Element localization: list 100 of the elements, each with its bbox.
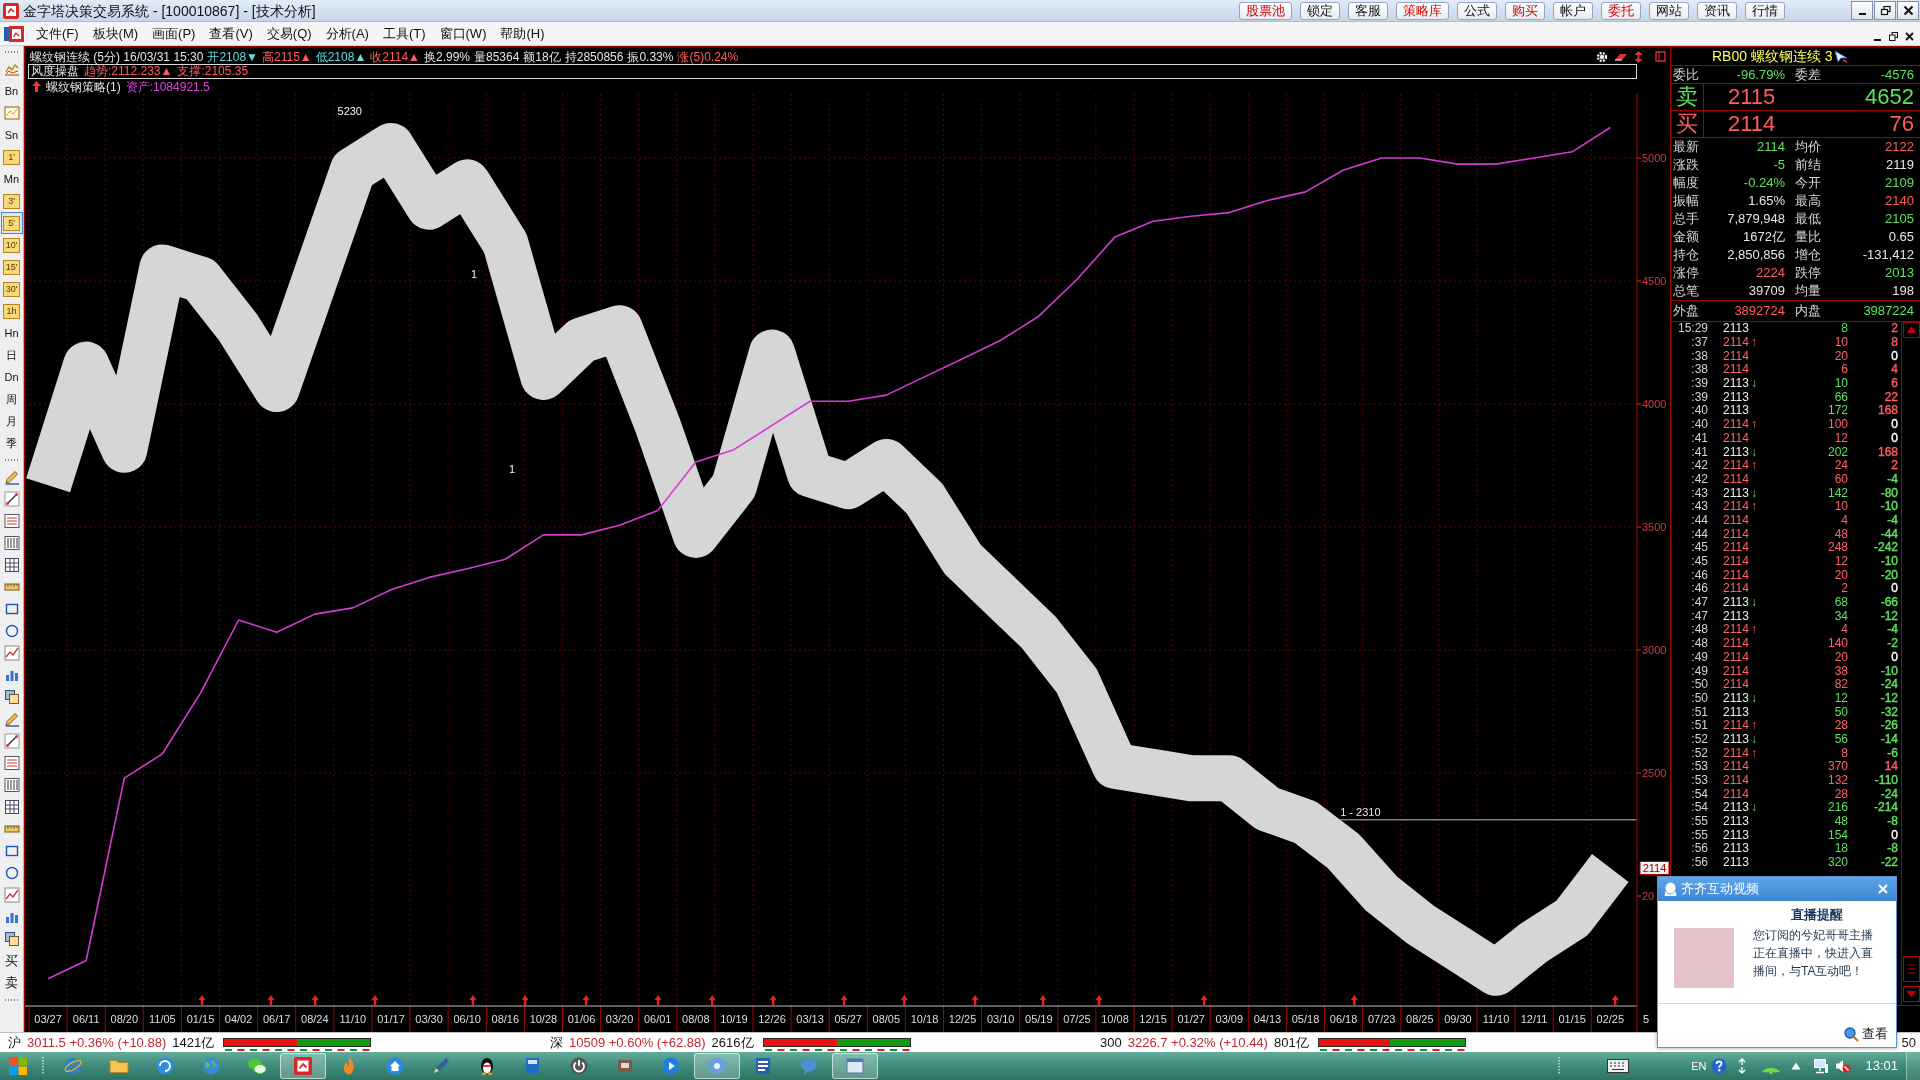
period-button[interactable]: 季 <box>0 432 23 454</box>
indicator-field: 风度操盘 <box>31 65 79 78</box>
trade-button[interactable]: 卖 <box>0 972 23 994</box>
stat-label: 前结 <box>1795 157 1822 173</box>
speaker-muted-icon[interactable] <box>1835 1058 1852 1074</box>
grid-icon[interactable] <box>3 799 20 815</box>
circle-tool-icon[interactable] <box>3 623 20 639</box>
close-icon[interactable] <box>1902 5 1914 16</box>
pencil-ruler-icon[interactable] <box>3 711 20 727</box>
list-icon[interactable] <box>3 755 20 771</box>
columns-icon[interactable] <box>3 535 20 551</box>
rectangle-tool-icon[interactable] <box>3 843 20 859</box>
toolbar-button[interactable]: 行情 <box>1745 1 1785 20</box>
window-icon[interactable] <box>1655 51 1666 62</box>
tick-arrow: ↑ <box>1751 719 1758 733</box>
list-icon[interactable] <box>3 513 20 529</box>
tick-price: 2114 <box>1723 719 1750 733</box>
minimize-button[interactable] <box>1851 1 1873 20</box>
layers-icon[interactable] <box>3 931 20 947</box>
period-button[interactable]: 周 <box>0 388 23 410</box>
toolbar-button[interactable]: 委托 <box>1601 1 1641 20</box>
period-button[interactable]: Sn <box>0 124 23 146</box>
menu-item[interactable]: 文件(F) <box>29 24 86 43</box>
caret-up-icon[interactable] <box>1791 1062 1802 1070</box>
symbol-title: RB00 螺纹钢连续 3 <box>1712 48 1833 64</box>
restore-icon[interactable] <box>1879 5 1891 16</box>
tick-price: 2114 <box>1723 527 1750 541</box>
close-icon[interactable] <box>1905 32 1914 41</box>
tick-price: 2114 <box>1723 336 1750 350</box>
restore-icon[interactable] <box>1889 32 1898 41</box>
tick-price: 2114 <box>1723 623 1750 637</box>
up-down-arrow-icon[interactable] <box>1634 50 1643 63</box>
period-button[interactable]: 5' <box>0 212 23 234</box>
tick-time: :44 <box>1690 513 1708 527</box>
tick-time: :40 <box>1690 418 1708 432</box>
tick-price: 2113 <box>1723 691 1750 705</box>
columns-icon[interactable] <box>3 777 20 793</box>
trade-button[interactable]: 买 <box>0 950 23 972</box>
arrow-marker-icon <box>769 995 777 1005</box>
pointer-icon[interactable] <box>1832 49 1849 63</box>
toolbar-button[interactable]: 资讯 <box>1697 1 1737 20</box>
menu-item[interactable]: 分析(A) <box>318 24 376 43</box>
restore-button[interactable] <box>1874 1 1896 20</box>
view-button[interactable]: 查看 <box>1844 1026 1888 1042</box>
scroll-down-icon[interactable] <box>1902 986 1920 1002</box>
toolbar-button[interactable]: 策略库 <box>1396 1 1449 20</box>
stat-label: 均量 <box>1795 283 1822 299</box>
keyboard-icon[interactable] <box>1607 1059 1630 1073</box>
period-button[interactable]: 日 <box>0 344 23 366</box>
menu-item[interactable]: 查看(V) <box>202 24 260 43</box>
network-icon[interactable] <box>1813 1058 1830 1074</box>
help-icon[interactable] <box>1711 1058 1728 1074</box>
period-button[interactable]: Dn <box>0 366 23 388</box>
scroll-thumb[interactable] <box>1902 956 1920 982</box>
language-indicator[interactable]: EN <box>1691 1057 1707 1075</box>
tick-price: 2113 <box>1723 732 1750 746</box>
line-chart-icon[interactable] <box>3 645 20 661</box>
period-button[interactable]: Mn <box>0 168 23 190</box>
tick-volume: 172 <box>1826 404 1848 418</box>
line-tool-icon[interactable] <box>3 733 20 749</box>
pencil-ruler-icon[interactable] <box>3 469 20 485</box>
stat-label: 增仓 <box>1795 247 1822 263</box>
rectangle-tool-icon[interactable] <box>3 601 20 617</box>
toolbar-button[interactable]: 客服 <box>1348 1 1388 20</box>
expand-arrows-icon[interactable] <box>1737 1058 1748 1074</box>
gear-icon[interactable] <box>1596 50 1608 63</box>
line-chart-icon[interactable] <box>3 887 20 903</box>
line-tool-icon[interactable] <box>3 491 20 507</box>
period-button[interactable]: 月 <box>0 410 23 432</box>
menu-item[interactable]: 帮助(H) <box>493 24 552 43</box>
tick-volume: 12 <box>1833 555 1848 569</box>
grid-icon[interactable] <box>3 557 20 573</box>
stat-label: 均价 <box>1795 139 1822 155</box>
line-chart-icon[interactable] <box>3 61 20 77</box>
scrollbar[interactable] <box>1901 322 1920 1005</box>
tick-time: :43 <box>1690 500 1708 514</box>
menu-item[interactable]: 板块(M) <box>85 24 146 43</box>
clock[interactable]: 13:01 <box>1865 1056 1898 1076</box>
period-button[interactable]: Hn <box>0 322 23 344</box>
close-button[interactable] <box>1897 1 1919 20</box>
eraser-icon[interactable] <box>1614 51 1628 62</box>
dotted-chart-icon[interactable] <box>3 105 20 121</box>
menu-item[interactable]: 交易(Q) <box>259 24 319 43</box>
layers-icon[interactable] <box>3 689 20 705</box>
toolbar-button[interactable]: 锁定 <box>1300 1 1340 20</box>
stat-value: 3892724 <box>1733 303 1785 319</box>
menu-item[interactable]: 画面(P) <box>145 24 203 43</box>
search-icon[interactable] <box>1844 1026 1859 1042</box>
period-button[interactable]: Bn <box>0 80 23 102</box>
circle-tool-icon[interactable] <box>3 865 20 881</box>
window-panes-icon[interactable] <box>8 1056 28 1076</box>
scroll-up-icon[interactable] <box>1902 322 1920 338</box>
toolbar-button[interactable]: 公式 <box>1457 1 1497 20</box>
toolbar-button[interactable]: 购买 <box>1505 1 1545 20</box>
date-label: 08/16 <box>491 1013 520 1025</box>
toolbar-button[interactable]: 帐户 <box>1553 1 1593 20</box>
menu-item[interactable]: 窗口(W) <box>432 24 494 43</box>
menu-item[interactable]: 工具(T) <box>375 24 433 43</box>
toolbar-button[interactable]: 网站 <box>1649 1 1689 20</box>
toolbar-button[interactable]: 股票池 <box>1239 1 1292 20</box>
